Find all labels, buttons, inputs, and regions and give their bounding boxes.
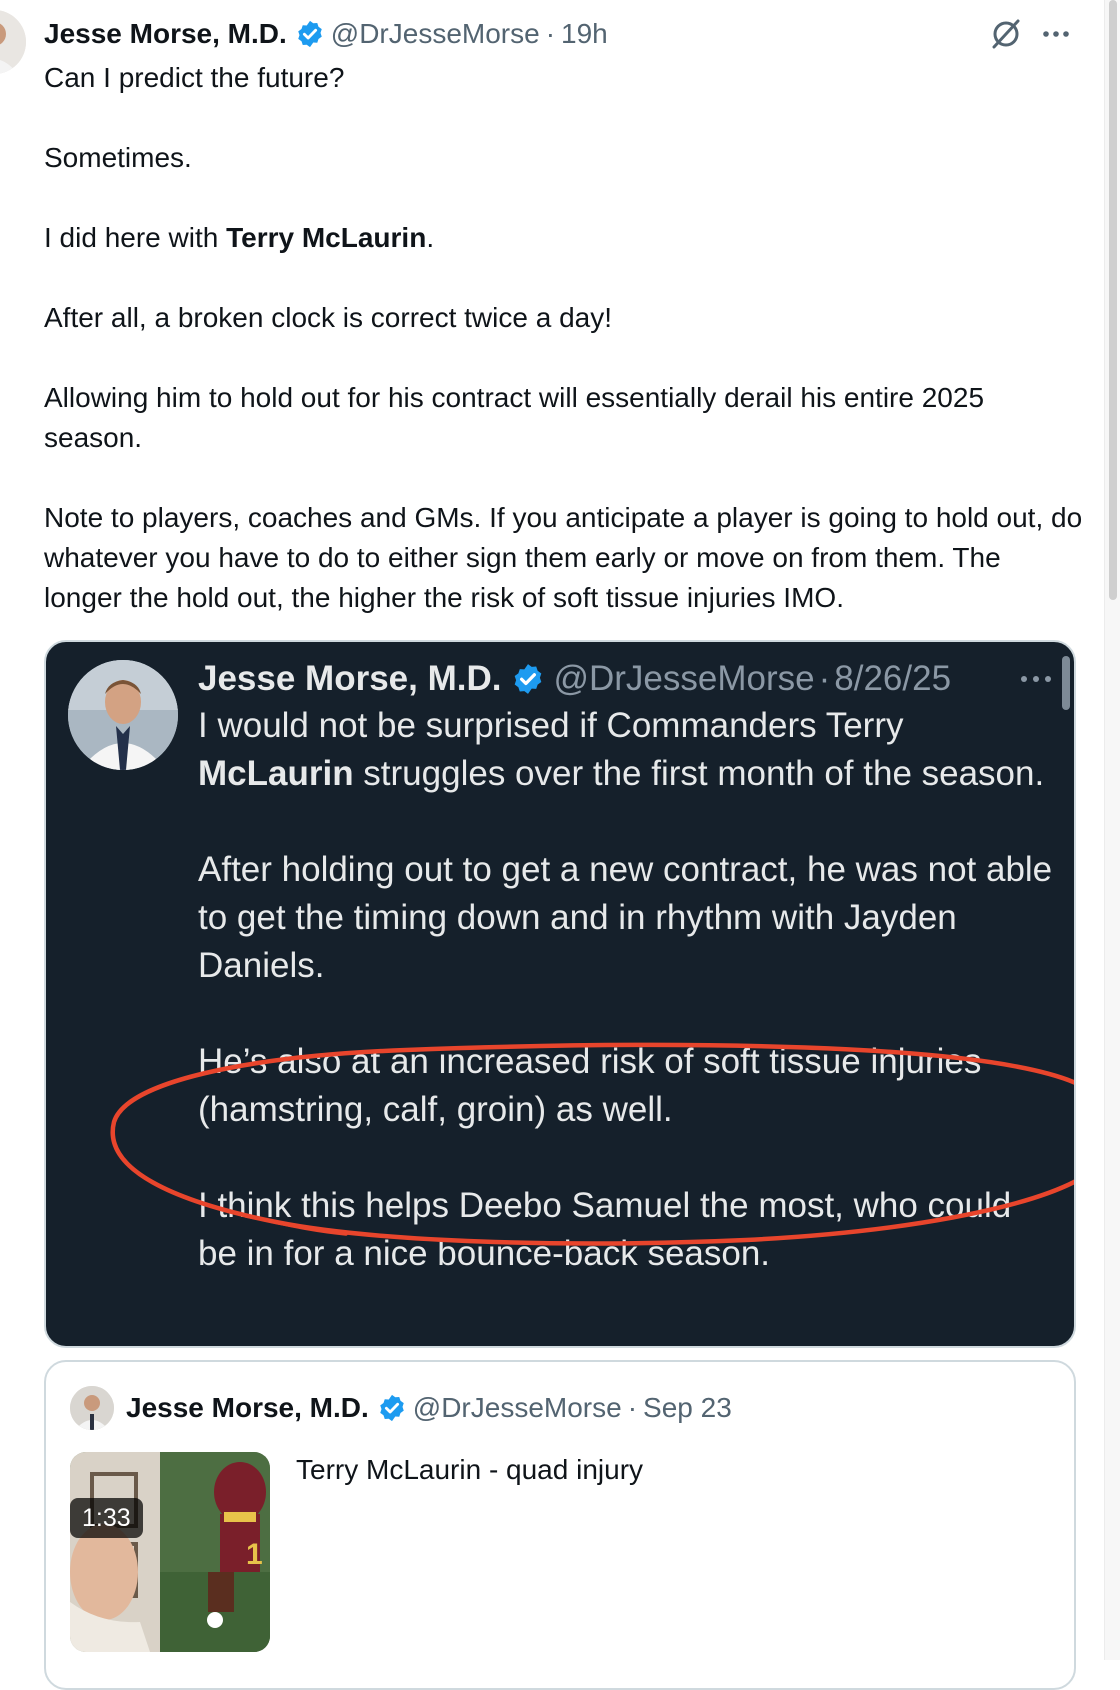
- author-avatar[interactable]: [0, 10, 26, 74]
- quoted-paragraph: I would not be surprised if Commanders T…: [198, 702, 1058, 798]
- quoted-header: Jesse Morse, M.D. @DrJesseMorse · 8/26/2…: [198, 654, 951, 704]
- more-dots-icon: [1014, 662, 1058, 696]
- verified-badge-icon: [511, 662, 545, 696]
- quoted-author-avatar: [68, 660, 178, 770]
- tweet-body: Can I predict the future? Sometimes. I d…: [44, 58, 1084, 618]
- nested-author-handle: @DrJesseMorse: [412, 1392, 622, 1423]
- avatar-photo: [0, 10, 26, 74]
- tweet-paragraph: Can I predict the future?: [44, 62, 345, 93]
- author-name[interactable]: Jesse Morse, M.D.: [44, 18, 287, 50]
- nested-header: Jesse Morse, M.D. @DrJesseMorse · Sep 23: [126, 1384, 732, 1432]
- tweet-paragraph: Allowing him to hold out for his contrac…: [44, 382, 985, 453]
- quoted-paragraph: After holding out to get a new contract,…: [198, 850, 1053, 985]
- quoted-date: 8/26/25: [834, 659, 952, 698]
- page-scrollbar[interactable]: [1104, 0, 1120, 1660]
- grok-slash-icon[interactable]: [986, 14, 1026, 54]
- quoted-paragraph: I think this helps Deebo Samuel the most…: [198, 1186, 1012, 1273]
- nested-date: Sep 23: [643, 1392, 732, 1423]
- avatar-photo: [70, 1386, 114, 1430]
- text-run: I did here with: [44, 222, 227, 253]
- nested-quote-card[interactable]: Jesse Morse, M.D. @DrJesseMorse · Sep 23…: [44, 1360, 1076, 1690]
- tweet-timestamp[interactable]: 19h: [561, 18, 608, 50]
- tweet-paragraph: After all, a broken clock is correct twi…: [44, 302, 612, 333]
- quoted-author-handle: @DrJesseMorse: [553, 659, 815, 698]
- verified-badge-icon: [377, 1393, 407, 1423]
- tweet-paragraph: I did here with Terry McLaurin.: [44, 218, 1084, 258]
- nested-author-avatar: [70, 1386, 114, 1430]
- quoted-screenshot-image[interactable]: Jesse Morse, M.D. @DrJesseMorse · 8/26/2…: [44, 640, 1076, 1348]
- page-scrollbar-thumb[interactable]: [1109, 0, 1117, 600]
- avatar-photo: [68, 660, 178, 770]
- header-separator: ·: [627, 1392, 638, 1423]
- text-run: .: [426, 222, 435, 253]
- bold-player-name: Terry McLaurin: [226, 222, 427, 253]
- quoted-author-name: Jesse Morse, M.D.: [198, 659, 502, 698]
- video-preview-image: 1: [70, 1452, 270, 1652]
- svg-text:1: 1: [246, 1538, 263, 1571]
- quoted-tweet-body: I would not be surprised if Commanders T…: [198, 702, 1058, 1278]
- text-run: I would not be surprised if Commanders T…: [198, 706, 904, 745]
- more-dots-icon[interactable]: [1036, 14, 1076, 54]
- tweet-paragraph: Note to players, coaches and GMs. If you…: [44, 502, 1083, 613]
- nested-tweet-text: Terry McLaurin - quad injury: [296, 1454, 644, 1485]
- video-thumbnail[interactable]: 1: [70, 1452, 270, 1652]
- header-separator: ·: [545, 18, 556, 49]
- quoted-paragraph-highlighted: He’s also at an increased risk of soft t…: [198, 1042, 982, 1129]
- tweet-header: Jesse Morse, M.D. @DrJesseMorse · 19h: [44, 14, 608, 54]
- bold-player-name: McLaurin: [198, 754, 354, 793]
- verified-badge-icon: [295, 19, 325, 49]
- nested-author-name: Jesse Morse, M.D.: [126, 1392, 369, 1423]
- quoted-scrollbar-thumb: [1062, 656, 1070, 710]
- author-handle[interactable]: @DrJesseMorse: [331, 18, 540, 50]
- video-duration-badge: 1:33: [70, 1498, 143, 1538]
- text-run: struggles over the first month of the se…: [353, 754, 1045, 793]
- header-separator: ·: [818, 659, 831, 698]
- tweet-paragraph: Sometimes.: [44, 142, 192, 173]
